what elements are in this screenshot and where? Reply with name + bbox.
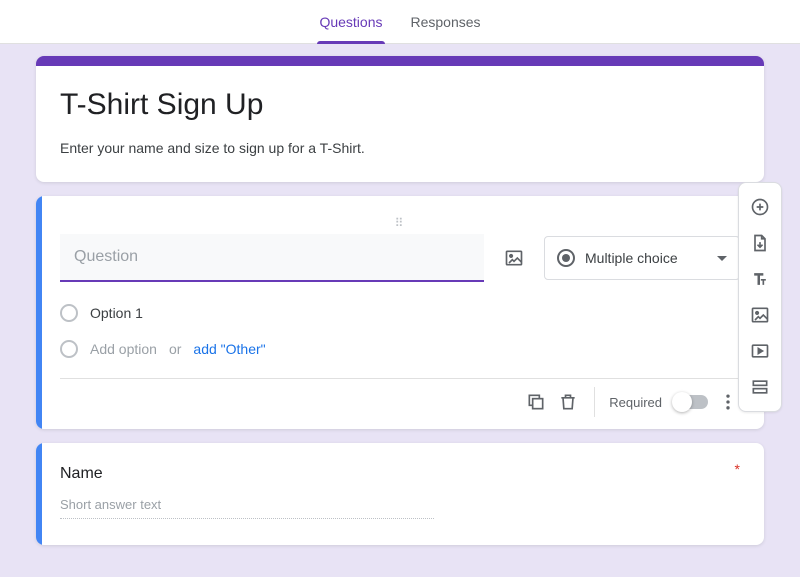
question-title[interactable]: Name [60,465,740,483]
top-tabs: Questions Responses [0,0,800,44]
import-questions-icon[interactable] [742,225,778,261]
image-icon[interactable] [502,246,526,270]
name-question-card[interactable]: * Name Short answer text [36,443,764,545]
radio-empty-icon [60,304,78,322]
required-star: * [735,461,740,477]
or-text: or [169,341,181,357]
drag-handle-icon[interactable]: ⠿ [60,216,740,228]
add-title-icon[interactable] [742,261,778,297]
tab-responses[interactable]: Responses [411,0,481,44]
add-option-row: Add option or add "Other" [60,340,740,358]
tab-questions[interactable]: Questions [319,0,382,44]
add-section-icon[interactable] [742,369,778,405]
form-header-card[interactable]: T-Shirt Sign Up Enter your name and size… [36,56,764,182]
add-option-button[interactable]: Add option [90,341,157,357]
required-toggle[interactable] [674,395,708,409]
required-label: Required [609,395,662,410]
form-title[interactable]: T-Shirt Sign Up [60,88,740,122]
short-answer-hint: Short answer text [60,497,434,519]
radio-empty-icon [60,340,78,358]
question-type-select[interactable]: Multiple choice [544,236,740,280]
more-icon[interactable] [716,390,740,414]
form-description[interactable]: Enter your name and size to sign up for … [60,140,740,156]
option-label[interactable]: Option 1 [90,305,143,321]
question-title-input[interactable] [60,234,484,282]
add-video-icon[interactable] [742,333,778,369]
duplicate-icon[interactable] [524,390,548,414]
add-other-button[interactable]: add "Other" [193,341,265,357]
question-type-label: Multiple choice [585,250,707,266]
divider [594,387,595,417]
chevron-down-icon [717,256,727,261]
side-toolbar [738,182,782,412]
question-card[interactable]: ⠿ Multiple choice Option 1 [36,196,764,429]
add-question-icon[interactable] [742,189,778,225]
option-row[interactable]: Option 1 [60,304,740,322]
add-image-icon[interactable] [742,297,778,333]
delete-icon[interactable] [556,390,580,414]
radio-icon [557,249,575,267]
